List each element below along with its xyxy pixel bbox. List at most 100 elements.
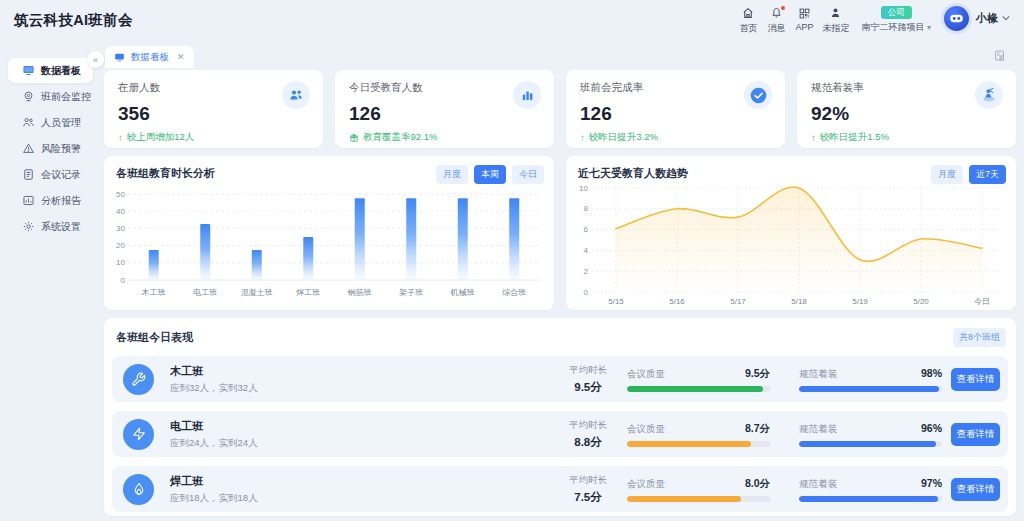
avg-duration-value: 8.8分	[550, 435, 626, 450]
user-menu[interactable]: 小椽	[944, 6, 1010, 31]
sidebar-item-personnel[interactable]: 人员管理	[8, 110, 93, 135]
team-count-badge[interactable]: 共8个班组	[953, 328, 1006, 347]
quality-bar	[627, 496, 770, 502]
tab-bar: 数据看板 ✕	[104, 40, 1016, 68]
stat-card-educated-today: 今日受教育人数 126 教育覆盖率92.1%	[335, 70, 554, 148]
team-performance-section: 各班组今日表现 共8个班组 木工班 应到32人，实到32人 平均时长 9.5分 …	[104, 318, 1016, 516]
svg-text:5/15: 5/15	[608, 297, 624, 306]
svg-text:8: 8	[584, 204, 589, 213]
filter-button[interactable]: 今日	[512, 165, 544, 184]
project-selector[interactable]: 公司 南宁二环路项目 ▾	[861, 6, 931, 34]
team-attendance: 应到18人，实到18人	[170, 492, 550, 505]
dress-value: 96%	[921, 422, 942, 434]
sidebar-item-dashboard[interactable]: 数据看板	[8, 58, 93, 83]
view-details-button[interactable]: 查看详情	[951, 423, 1000, 446]
bar-chart-card: 各班组教育时长分析 月度本周今日 01020304050木工班电工班混凝土班焊工…	[104, 156, 554, 310]
report-icon	[22, 194, 35, 207]
stat-card-enrolled: 在册人数 356 ↑较上周增加12人	[104, 70, 323, 148]
svg-text:0: 0	[584, 288, 589, 297]
svg-text:20: 20	[116, 241, 125, 250]
bar-chart: 01020304050木工班电工班混凝土班焊工班钢筋班架子班机械班综合班	[116, 186, 542, 302]
dress-value: 97%	[921, 477, 942, 489]
svg-text:5/16: 5/16	[669, 297, 685, 306]
dress-bar	[799, 386, 942, 392]
quality-value: 8.7分	[745, 422, 770, 436]
nav-app[interactable]: APP	[794, 6, 814, 32]
users-icon	[282, 81, 310, 109]
sidebar-item-meeting-monitor[interactable]: 班前会监控	[8, 84, 93, 109]
team-name: 电工班	[170, 419, 550, 434]
avg-duration-label: 平均时长	[550, 364, 626, 377]
svg-text:6: 6	[584, 225, 589, 234]
dress-label: 规范着装	[799, 478, 837, 491]
svg-text:10: 10	[116, 258, 125, 267]
wrench-icon	[123, 364, 154, 395]
stat-card-completion-rate: 班前会完成率 126 ↑较昨日提升3.2%	[566, 70, 785, 148]
home-icon	[741, 6, 755, 21]
filter-button[interactable]: 近7天	[969, 165, 1006, 184]
helmet-icon	[975, 81, 1003, 109]
sidebar-item-settings[interactable]: 系统设置	[8, 214, 93, 239]
team-row: 电工班 应到24人，实到24人 平均时长 8.8分 会议质量8.7分 规范着装9…	[112, 411, 1008, 457]
nav-messages[interactable]: 消息	[766, 6, 786, 35]
notification-dot	[781, 6, 785, 10]
sidebar-item-analysis-reports[interactable]: 分析报告	[8, 188, 93, 213]
svg-text:钢筋班: 钢筋班	[347, 288, 372, 297]
user-icon	[829, 6, 842, 21]
arrow-up-icon: ↑	[118, 132, 123, 143]
tab-dashboard[interactable]: 数据看板 ✕	[105, 46, 194, 68]
section-title: 各班组今日表现	[116, 330, 193, 345]
warning-icon	[22, 142, 35, 155]
tab-close-icon[interactable]: ✕	[177, 53, 185, 62]
line-chart-card: 近七天受教育人数趋势 月度近7天 02468105/155/165/175/18…	[566, 156, 1016, 310]
check-circle-icon	[744, 81, 772, 109]
sidebar-collapse-button[interactable]: «	[87, 51, 104, 68]
quality-bar	[627, 441, 770, 447]
svg-text:机械班: 机械班	[450, 288, 475, 297]
company-badge: 公司	[881, 6, 912, 19]
quality-label: 会议质量	[627, 423, 665, 436]
svg-text:5/20: 5/20	[913, 297, 929, 306]
view-details-button[interactable]: 查看详情	[951, 368, 1000, 391]
gear-icon	[22, 220, 35, 233]
svg-text:0: 0	[121, 276, 126, 285]
filter-button[interactable]: 本周	[474, 165, 506, 184]
stat-cards: 在册人数 356 ↑较上周增加12人 今日受教育人数 126 教育覆盖率92.1…	[104, 70, 1016, 148]
avg-duration-label: 平均时长	[550, 419, 626, 432]
svg-text:30: 30	[116, 224, 125, 233]
nav-home[interactable]: 首页	[738, 6, 758, 35]
svg-text:50: 50	[116, 190, 125, 199]
dashboard-icon	[114, 52, 125, 63]
stat-value: 92%	[811, 103, 1002, 125]
svg-text:混凝土班: 混凝土班	[241, 288, 273, 297]
dress-value: 98%	[921, 367, 942, 379]
nav-unassigned[interactable]: 未指定	[822, 6, 849, 35]
view-details-button[interactable]: 查看详情	[951, 478, 1000, 501]
quality-bar	[627, 386, 770, 392]
chevron-down-icon	[1002, 15, 1010, 21]
svg-text:电工班: 电工班	[193, 288, 217, 297]
filter-button[interactable]: 月度	[931, 165, 963, 184]
svg-text:5/18: 5/18	[791, 297, 807, 306]
team-row: 焊工班 应到18人，实到18人 平均时长 7.5分 会议质量8.0分 规范着装9…	[112, 466, 1008, 512]
svg-text:5/19: 5/19	[852, 297, 868, 306]
lightning-icon	[123, 419, 154, 450]
svg-text:架子班: 架子班	[399, 288, 423, 297]
sidebar-item-risk-alert[interactable]: 风险预警	[8, 136, 93, 161]
stat-card-dress-rate: 规范着装率 92% ↑较昨日提升1.5%	[797, 70, 1016, 148]
stat-value: 126	[349, 103, 540, 125]
dress-label: 规范着装	[799, 368, 837, 381]
svg-text:2: 2	[584, 267, 589, 276]
filter-button[interactable]: 月度	[436, 165, 468, 184]
sidebar: « 数据看板 班前会监控 人员管理 风险预警 会议记录 分析报告 系统设置	[0, 40, 96, 521]
tab-list-icon[interactable]	[993, 49, 1006, 62]
line-chart: 02468105/155/165/175/185/195/20今日	[578, 183, 1004, 307]
team-name: 焊工班	[170, 474, 550, 489]
people-icon	[22, 116, 35, 129]
avatar	[944, 6, 969, 31]
bell-icon	[770, 6, 783, 21]
svg-text:今日: 今日	[974, 297, 990, 306]
dress-bar	[799, 496, 942, 502]
avg-duration-value: 7.5分	[550, 490, 626, 505]
sidebar-item-meeting-records[interactable]: 会议记录	[8, 162, 93, 187]
